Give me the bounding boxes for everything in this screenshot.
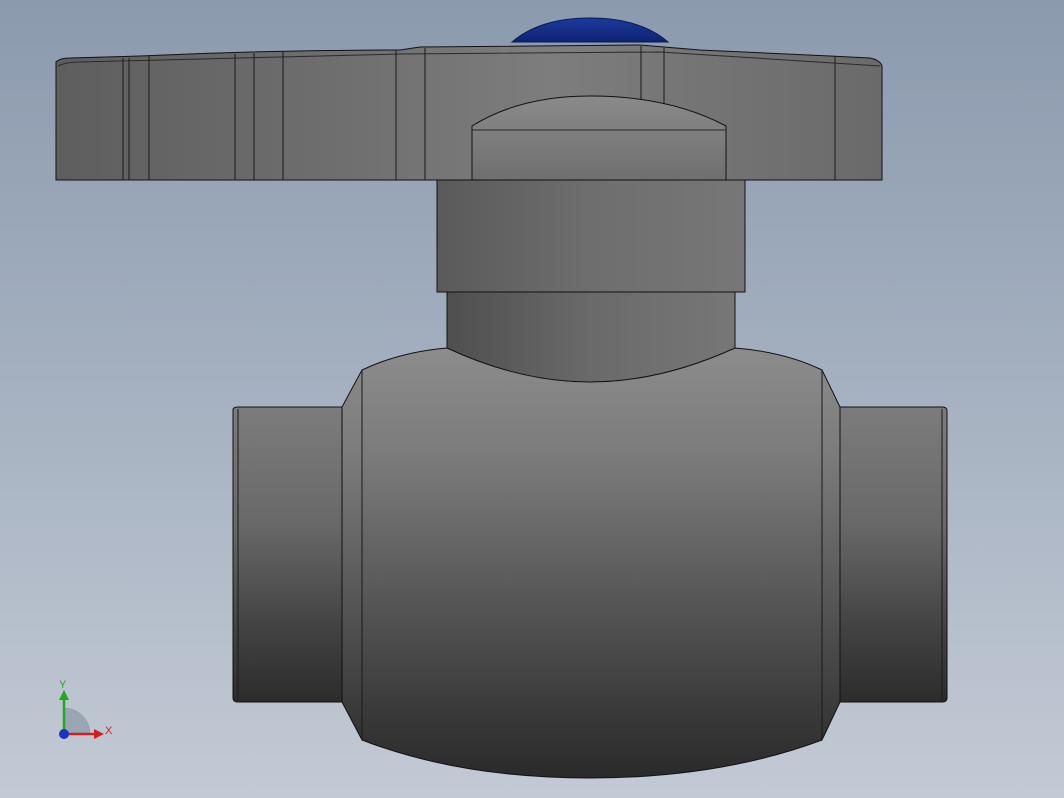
stem-upper[interactable] xyxy=(436,179,746,293)
valve-handle[interactable] xyxy=(55,44,883,181)
z-axis-dot xyxy=(59,729,69,739)
valve-body[interactable] xyxy=(341,347,841,779)
orientation-triad: Y X xyxy=(59,679,113,739)
handle-cap[interactable] xyxy=(510,17,670,43)
right-port[interactable] xyxy=(834,406,948,703)
watermark: mm2 xyxy=(948,532,992,552)
left-port[interactable] xyxy=(232,406,346,703)
y-arrowhead xyxy=(59,690,69,700)
graphics-viewport[interactable] xyxy=(0,0,1064,798)
x-axis-label: X xyxy=(105,725,113,737)
triad-arc xyxy=(63,707,91,735)
y-axis-label: Y xyxy=(59,679,67,691)
x-arrowhead xyxy=(94,729,104,739)
